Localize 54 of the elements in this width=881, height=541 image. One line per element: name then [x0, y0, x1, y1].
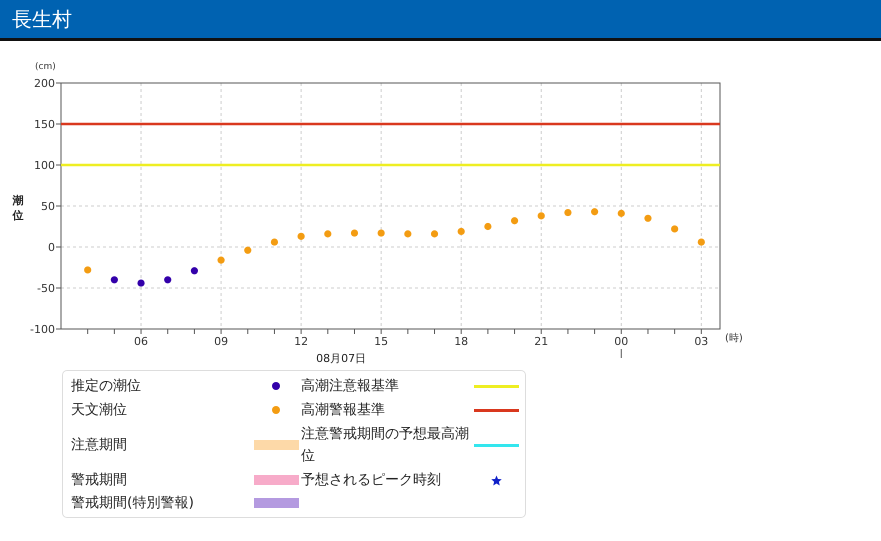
point [698, 238, 705, 246]
legend-label: 推定の潮位 [71, 377, 142, 396]
point [404, 230, 412, 238]
point [190, 267, 198, 274]
legend-label: 高潮警報基準 [301, 401, 386, 420]
point [591, 208, 598, 216]
x-tick-label: 06 [134, 335, 148, 348]
x-tick-label: 03 [694, 335, 708, 348]
y-tick-label: 50 [41, 200, 55, 213]
point [644, 214, 652, 222]
x-tick-label: 12 [294, 335, 308, 348]
day-marker [620, 348, 622, 358]
legend-label: 高潮注意報基準 [301, 377, 400, 396]
point [618, 210, 625, 217]
point [84, 266, 92, 274]
y-tick-label: -50 [37, 282, 55, 295]
x-unit-label: (時) [725, 333, 743, 344]
point [244, 246, 252, 254]
point [164, 276, 172, 284]
unit-label: (cm) [35, 62, 56, 72]
point [137, 279, 145, 287]
legend-label: 警戒期間(特別警報) [71, 494, 195, 513]
x-tick-label: 00 [614, 335, 628, 348]
point [110, 276, 118, 284]
point [378, 229, 385, 237]
point [350, 229, 358, 237]
x-tick-label: 09 [214, 335, 228, 348]
point [458, 228, 465, 236]
y-tick-label: 150 [34, 118, 55, 131]
point [484, 222, 492, 230]
legend-label: 注意警戒期間の予想最高潮位 [301, 425, 470, 466]
x-tick-label: 15 [374, 335, 388, 348]
point [430, 230, 438, 238]
page-title: 長生村 [12, 6, 72, 33]
point [298, 232, 305, 240]
date-label: 08月07日 [316, 352, 366, 365]
point [217, 256, 225, 264]
y-tick-label: 100 [34, 159, 55, 172]
point [564, 208, 572, 216]
y-tick-label: 0 [48, 241, 55, 254]
x-tick-label: 18 [454, 335, 468, 348]
point [671, 225, 678, 233]
legend-label: 注意期間 [71, 436, 128, 455]
y-tick-label: -100 [30, 323, 55, 336]
point [324, 230, 332, 238]
point [538, 212, 545, 220]
y-axis-title: 潮位 [12, 194, 24, 222]
point [510, 217, 518, 224]
legend-label: 警戒期間 [71, 471, 128, 490]
legend-label: 予想されるピーク時刻 [301, 471, 442, 490]
y-tick-label: 200 [34, 77, 55, 90]
point [270, 238, 278, 246]
legend-label: 天文潮位 [71, 401, 128, 420]
x-tick-label: 21 [534, 335, 548, 348]
